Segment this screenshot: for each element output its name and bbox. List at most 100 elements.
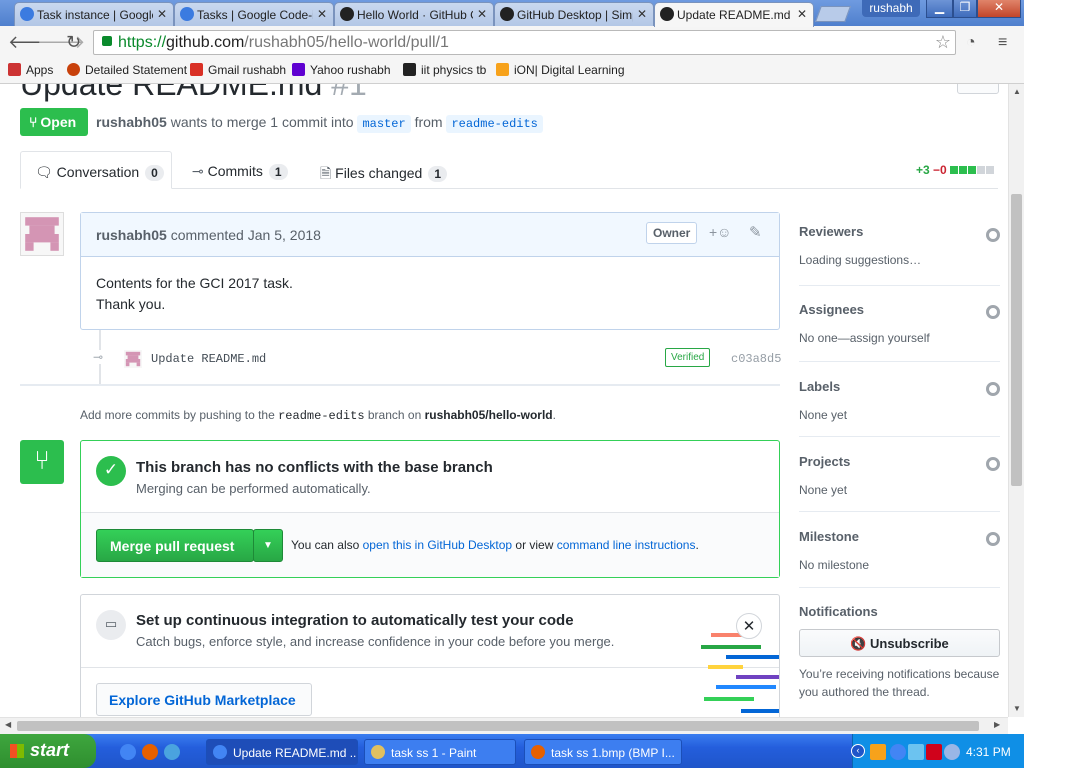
vertical-scrollbar[interactable]: ▲ ▼ (1008, 84, 1024, 717)
commit-node-icon: ⊸ (93, 350, 104, 364)
browser-tab-github-desktop[interactable]: GitHub Desktop | Simp ✕ (494, 2, 654, 26)
vertical-scroll-thumb[interactable] (1011, 194, 1022, 486)
edit-title-button[interactable] (957, 84, 999, 94)
github-icon (500, 7, 514, 21)
volume-icon[interactable] (944, 744, 960, 760)
ci-divider (81, 667, 779, 668)
unsubscribe-button[interactable]: 🔇 Unsubscribe (799, 629, 1000, 657)
browser-tab-task-instance[interactable]: Task instance | Google ✕ (14, 2, 174, 26)
avatar[interactable] (20, 212, 64, 256)
firefox-icon (531, 745, 545, 759)
speed-dial-icon[interactable]: ◔ (966, 34, 976, 52)
horizontal-scrollbar[interactable]: ◀ ▶ (0, 717, 1008, 734)
bookmark-star-icon[interactable]: ☆ (935, 32, 951, 53)
comment-icon: 🗨 (35, 164, 53, 180)
new-tab-button[interactable] (815, 6, 851, 22)
merge-box: ✓ This branch has no conflicts with the … (80, 440, 780, 578)
scroll-left-arrow-icon[interactable]: ◀ (5, 720, 11, 729)
comment-author[interactable]: rushabh05 (96, 227, 167, 243)
sidebar-labels: Labels None yet (799, 379, 1000, 437)
sidebar-projects: Projects None yet (799, 454, 1000, 512)
gear-icon[interactable] (986, 382, 1000, 396)
firefox-icon[interactable] (142, 744, 158, 760)
head-branch[interactable]: readme-edits (446, 115, 543, 133)
explore-marketplace-button[interactable]: Explore GitHub Marketplace (96, 683, 312, 716)
menu-icon[interactable]: ≡ (998, 34, 1007, 52)
taskbar-item-firefox[interactable]: task ss 1.bmp (BMP I... (524, 739, 682, 765)
pr-title: Update README.md #1 (20, 84, 367, 102)
bookmark-apps[interactable]: Apps (8, 63, 53, 77)
horizontal-scroll-thumb[interactable] (17, 721, 979, 731)
tab-conversation[interactable]: 🗨 Conversation 0 (20, 151, 172, 189)
command-line-link[interactable]: command line instructions (557, 538, 696, 552)
taskbar-item-paint[interactable]: task ss 1 - Paint (364, 739, 516, 765)
apps-grid-icon (8, 63, 21, 76)
antivirus-icon[interactable] (926, 744, 942, 760)
bookmark-ion[interactable]: iON| Digital Learning (496, 63, 625, 77)
reload-icon[interactable]: ↻ (66, 32, 81, 53)
quicklaunch-icon[interactable] (164, 744, 180, 760)
tab-commits[interactable]: ⊸ Commits 1 (192, 151, 288, 189)
dismiss-close-icon[interactable]: ✕ (736, 613, 762, 639)
ci-title: Set up continuous integration to automat… (136, 612, 574, 629)
file-diff-icon: 🗎 (320, 165, 332, 181)
close-tab-icon[interactable]: ✕ (637, 7, 647, 21)
add-reaction-icon[interactable]: +☺ (709, 224, 731, 240)
profile-button[interactable]: rushabh (862, 0, 920, 17)
browser-tab-hello-world[interactable]: Hello World · GitHub G ✕ (334, 2, 494, 26)
restore-button[interactable]: ❐ (953, 0, 977, 18)
gear-icon[interactable] (986, 228, 1000, 242)
merge-pull-request-button[interactable]: Merge pull request (96, 529, 254, 562)
commit-message[interactable]: Update README.md (151, 352, 266, 366)
address-bar[interactable]: https://github.com/rushabh05/hello-world… (93, 30, 956, 55)
scroll-down-arrow-icon[interactable]: ▼ (1013, 704, 1021, 713)
pr-tabnav: 🗨 Conversation 0 ⊸ Commits 1 🗎 Files chang… (20, 151, 998, 189)
gear-icon[interactable] (986, 457, 1000, 471)
tray-app-icon[interactable] (870, 744, 886, 760)
gmail-icon (190, 63, 203, 76)
diffstat-block (977, 166, 986, 174)
close-tab-icon[interactable]: ✕ (157, 7, 167, 21)
browser-tab-update-readme[interactable]: Update README.md b ✕ (654, 2, 814, 27)
chrome-icon[interactable] (120, 744, 136, 760)
gci-icon (180, 7, 194, 21)
close-tab-icon[interactable]: ✕ (797, 7, 807, 21)
chrome-tray-icon[interactable] (890, 744, 906, 760)
verified-badge[interactable]: Verified (665, 348, 711, 367)
author-link[interactable]: rushabh05 (96, 114, 167, 130)
bookmark-gmail[interactable]: Gmail rushabh (190, 63, 286, 77)
browser-tab-tasks[interactable]: Tasks | Google Code-i ✕ (174, 2, 334, 26)
gear-icon[interactable] (986, 532, 1000, 546)
bookmark-detailed-statement[interactable]: Detailed Statement (67, 63, 187, 77)
taskbar-item-chrome[interactable]: Update README.md ... (206, 739, 358, 765)
bookmark-yahoo[interactable]: Yahoo rushabh (292, 63, 391, 77)
ci-illustration (701, 633, 779, 713)
base-branch[interactable]: master (357, 115, 411, 133)
edit-pencil-icon[interactable]: ✎ (749, 223, 762, 241)
paint-icon (371, 745, 385, 759)
comment-date[interactable]: Jan 5, 2018 (248, 227, 321, 243)
integration-icon: ▭ (96, 610, 126, 640)
open-in-desktop-link[interactable]: open this in GitHub Desktop (363, 538, 512, 552)
scroll-right-arrow-icon[interactable]: ▶ (994, 720, 1000, 729)
amazon-icon (403, 63, 416, 76)
gear-icon[interactable] (986, 305, 1000, 319)
tab-files-changed[interactable]: 🗎 Files changed 1 (320, 151, 448, 189)
start-button[interactable]: start (0, 734, 96, 768)
yahoo-icon (292, 63, 305, 76)
commit-sha[interactable]: c03a8d5 (731, 352, 781, 366)
commit-avatar[interactable] (124, 350, 142, 368)
network-icon[interactable] (908, 744, 924, 760)
assign-yourself-link[interactable]: No one—assign yourself (799, 331, 1000, 345)
tray-expand-icon[interactable]: ‹ (851, 744, 865, 758)
scroll-up-arrow-icon[interactable]: ▲ (1013, 87, 1021, 96)
bookmark-iit-physics[interactable]: iit physics tb (403, 63, 486, 77)
windows-logo-icon (10, 744, 24, 758)
merge-options-dropdown[interactable]: ▼ (253, 529, 283, 562)
close-window-button[interactable]: ✕ (977, 0, 1021, 18)
close-tab-icon[interactable]: ✕ (477, 7, 487, 21)
repo-link[interactable]: rushabh05/hello-world (425, 408, 553, 422)
minimize-button[interactable]: ▁ (926, 0, 953, 18)
chevron-down-icon: ▼ (263, 540, 273, 551)
close-tab-icon[interactable]: ✕ (317, 7, 327, 21)
